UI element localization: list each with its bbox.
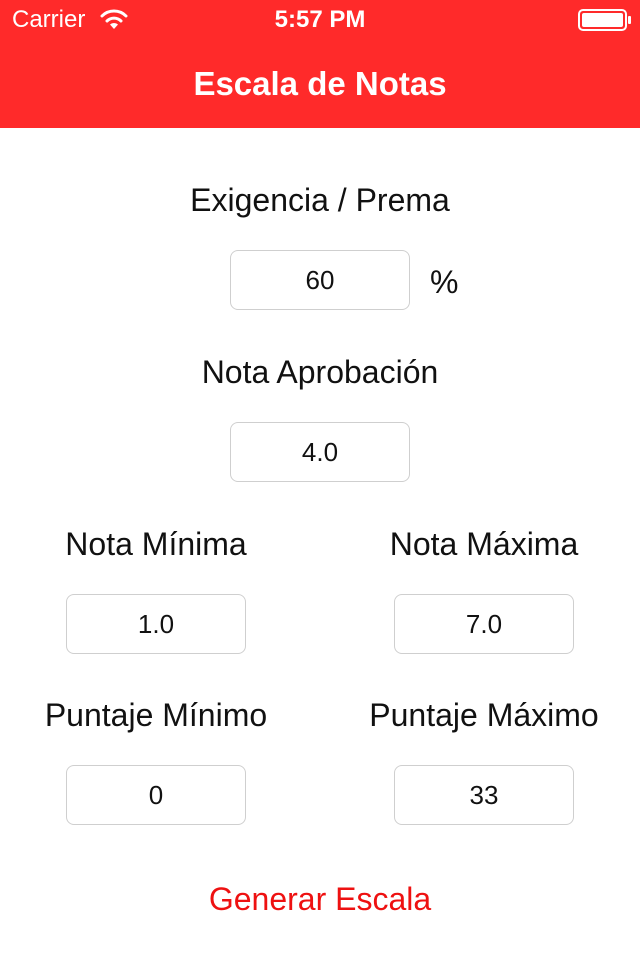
navigation-bar: Carrier 5:57 PM Escala de Notas xyxy=(0,0,640,128)
clock: 5:57 PM xyxy=(274,6,366,33)
nota-aprobacion-input[interactable] xyxy=(230,422,410,482)
percent-unit: % xyxy=(430,264,459,300)
nota-maxima-input[interactable] xyxy=(394,594,574,654)
exigencia-label: Exigencia / Prema xyxy=(190,182,450,218)
battery-icon xyxy=(578,9,631,31)
nota-minima-input[interactable] xyxy=(66,594,246,654)
nota-maxima-label: Nota Máxima xyxy=(389,526,579,562)
app-screen: Carrier 5:57 PM Escala de Notas Exigenci… xyxy=(0,0,640,960)
page-title: Escala de Notas xyxy=(193,65,447,102)
puntaje-minimo-label: Puntaje Mínimo xyxy=(44,697,268,733)
exigencia-input[interactable] xyxy=(230,250,410,310)
generar-escala-button[interactable]: Generar Escala xyxy=(170,876,470,922)
nota-aprobacion-label: Nota Aprobación xyxy=(201,354,439,390)
puntaje-maximo-input[interactable] xyxy=(394,765,574,825)
puntaje-minimo-input[interactable] xyxy=(66,765,246,825)
puntaje-maximo-label: Puntaje Máximo xyxy=(369,697,599,733)
nota-minima-label: Nota Mínima xyxy=(65,526,247,562)
status-bar: Carrier 5:57 PM xyxy=(0,0,640,40)
